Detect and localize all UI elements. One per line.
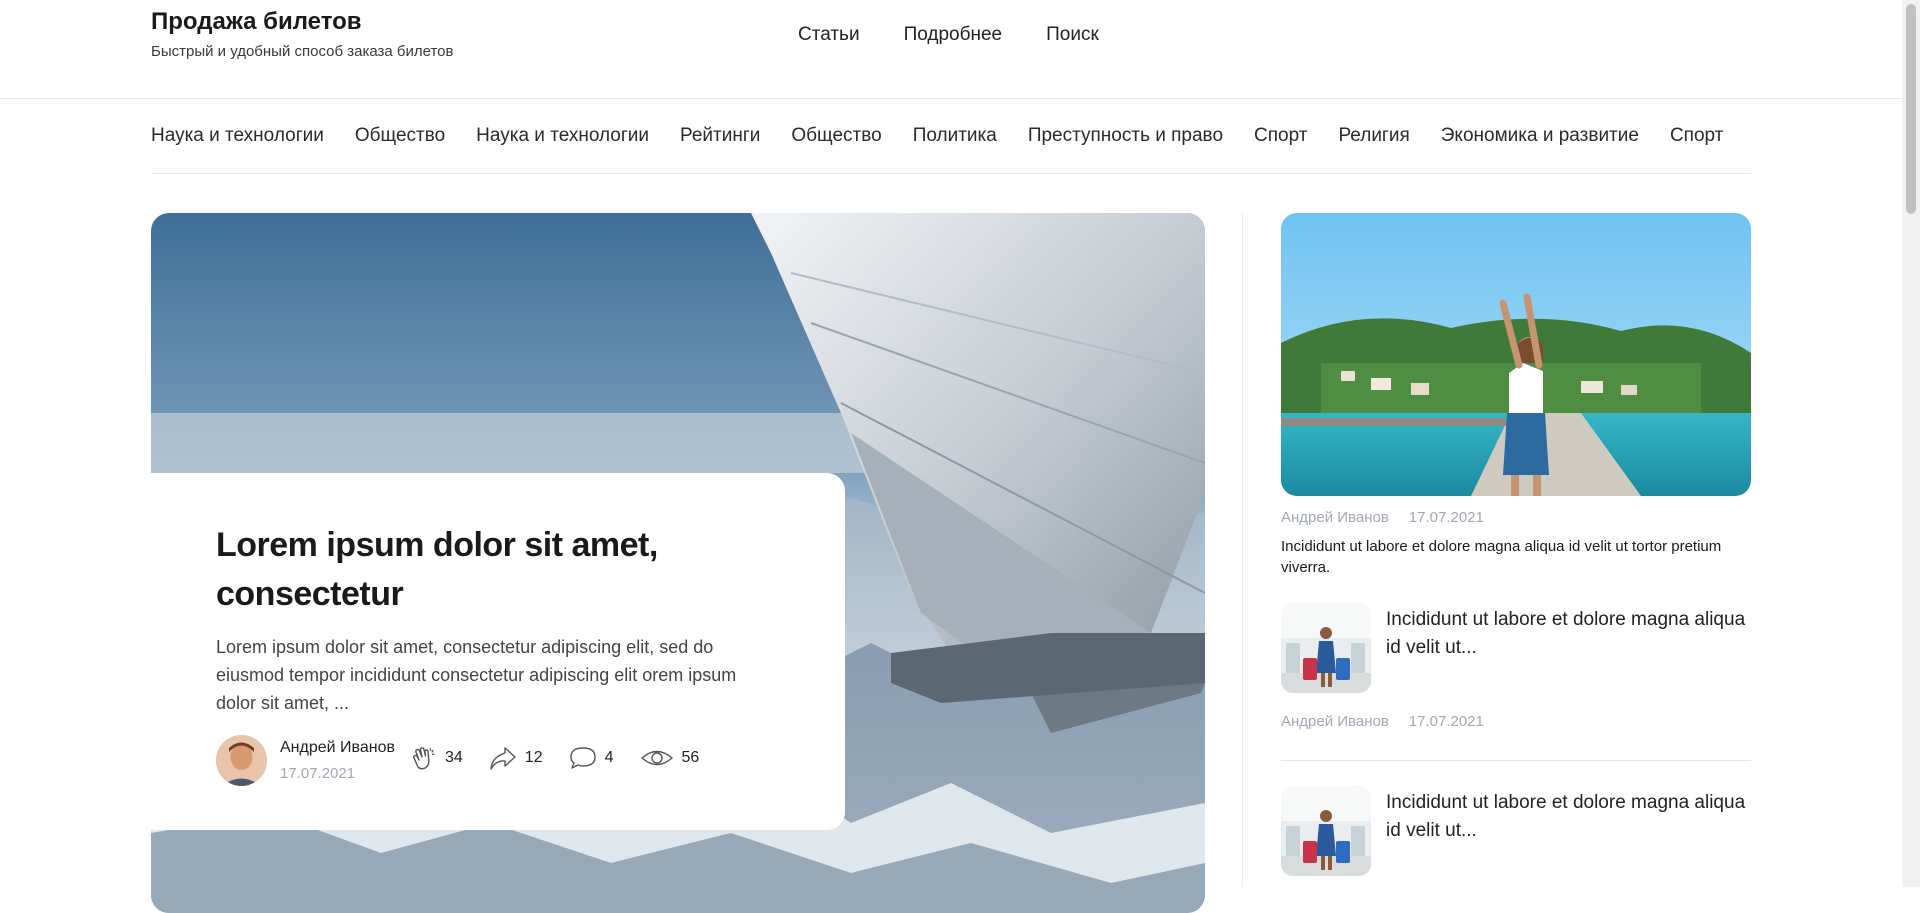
category-link[interactable]: Спорт <box>1254 125 1307 147</box>
category-link[interactable]: Религия <box>1338 125 1409 147</box>
category-link[interactable]: Рейтинги <box>680 125 760 147</box>
page-scrollbar[interactable] <box>1902 0 1920 887</box>
claps-stat[interactable]: 34 <box>411 745 463 771</box>
site-title[interactable]: Продажа билетов <box>151 8 362 36</box>
category-link[interactable]: Наука и технологии <box>476 125 649 147</box>
category-link[interactable]: Общество <box>355 125 445 147</box>
site-subtitle: Быстрый и удобный способ заказа билетов <box>151 43 454 60</box>
category-link[interactable]: Общество <box>791 125 881 147</box>
category-link[interactable]: Наука и технологии <box>151 125 324 147</box>
column-divider <box>1242 213 1243 887</box>
sidebar-article-title[interactable]: Incididunt ut labore et dolore magna ali… <box>1386 606 1751 662</box>
category-nav: Наука и технологии Общество Наука и техн… <box>151 98 1751 174</box>
featured-excerpt: Lorem ipsum dolor sit amet, consectetur … <box>216 637 737 713</box>
featured-title[interactable]: Lorem ipsum dolor sit amet, consectetur <box>216 521 776 619</box>
sidebar-article-thumb[interactable] <box>1281 786 1371 876</box>
sidebar: Андрей Иванов 17.07.2021 Incididunt ut l… <box>1281 213 1751 876</box>
post-date: 17.07.2021 <box>280 765 356 782</box>
shares-stat[interactable]: 12 <box>489 745 543 771</box>
sidebar-article-title[interactable]: Incididunt ut labore et dolore magna ali… <box>1386 789 1751 845</box>
nav-link-search[interactable]: Поиск <box>1046 24 1099 46</box>
airport-traveler-image <box>1281 786 1371 876</box>
sidebar-article-author[interactable]: Андрей Иванов <box>1281 713 1389 730</box>
sidebar-divider <box>1281 760 1751 761</box>
shares-count: 12 <box>524 749 543 766</box>
eye-icon <box>640 750 673 766</box>
sidebar-top-image[interactable] <box>1281 213 1751 496</box>
site-header: Продажа билетов Быстрый и удобный способ… <box>0 0 1902 99</box>
sidebar-article-thumb[interactable] <box>1281 603 1371 693</box>
author-photo <box>216 735 267 786</box>
sidebar-top-text[interactable]: Incididunt ut labore et dolore magna ali… <box>1281 536 1741 578</box>
views-count: 56 <box>681 749 700 766</box>
article-stats: 34 12 4 56 <box>411 745 699 771</box>
sidebar-top-date: 17.07.2021 <box>1408 509 1484 526</box>
category-link[interactable]: Спорт <box>1670 125 1723 147</box>
author-name[interactable]: Андрей Иванов <box>280 739 395 757</box>
sidebar-article-meta: Андрей Иванов 17.07.2021 <box>1281 713 1484 730</box>
top-nav: Статьи Подробнее Поиск <box>798 24 1099 46</box>
sidebar-top-author[interactable]: Андрей Иванов <box>1281 509 1389 526</box>
category-link[interactable]: Политика <box>913 125 997 147</box>
comments-count: 4 <box>604 749 614 766</box>
share-icon <box>490 747 516 770</box>
claps-count: 34 <box>445 749 463 766</box>
woman-on-pier-image <box>1281 213 1751 496</box>
avatar[interactable] <box>216 735 267 786</box>
sidebar-article-date: 17.07.2021 <box>1408 713 1484 730</box>
category-link[interactable]: Экономика и развитие <box>1441 125 1639 147</box>
clap-icon <box>412 747 435 770</box>
airport-traveler-image <box>1281 603 1371 693</box>
nav-link-articles[interactable]: Статьи <box>798 24 860 46</box>
scrollbar-thumb[interactable] <box>1906 4 1916 214</box>
comments-stat[interactable]: 4 <box>569 745 614 771</box>
sidebar-top-meta: Андрей Иванов 17.07.2021 <box>1281 509 1484 526</box>
featured-article-card[interactable]: Lorem ipsum dolor sit amet, consectetur … <box>151 473 845 830</box>
nav-link-more[interactable]: Подробнее <box>904 24 1003 46</box>
category-link[interactable]: Преступность и право <box>1028 125 1223 147</box>
comment-icon <box>569 747 596 769</box>
views-stat[interactable]: 56 <box>640 746 700 770</box>
